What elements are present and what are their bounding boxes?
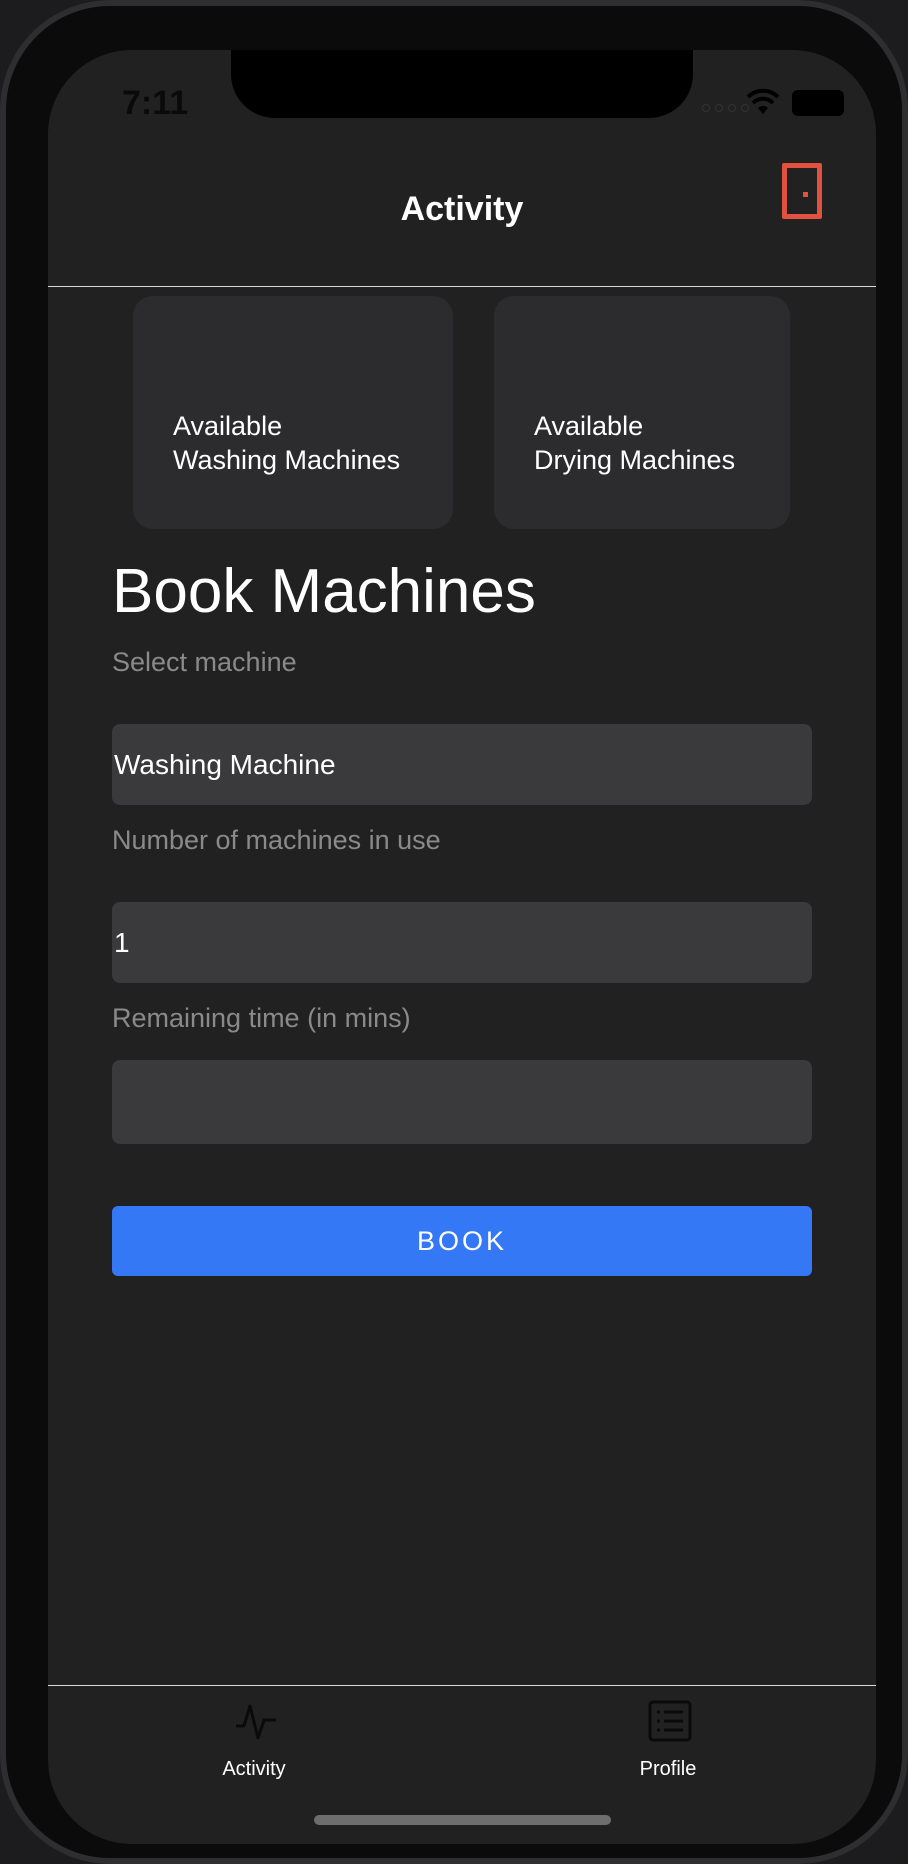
select-machine-label: Select machine xyxy=(112,647,297,677)
card-line-1: Available xyxy=(534,411,644,441)
logout-door-button[interactable] xyxy=(782,163,822,219)
machines-in-use-label: Number of machines in use xyxy=(112,825,441,855)
battery-icon xyxy=(792,90,844,116)
machines-in-use-input[interactable] xyxy=(112,902,812,983)
list-document-icon xyxy=(648,1700,692,1742)
tab-profile-label: Profile xyxy=(639,1758,697,1780)
remaining-time-label: Remaining time (in mins) xyxy=(112,1003,411,1033)
app-screen: 7:11 Activity Available Washing Machines… xyxy=(48,50,876,1844)
machine-select-value: Washing Machine xyxy=(114,748,336,780)
drying-machines-card: Available Drying Machines xyxy=(494,296,790,529)
book-machines-heading: Book Machines xyxy=(112,557,536,626)
tab-profile[interactable]: Profile xyxy=(568,1686,768,1796)
remaining-time-input[interactable] xyxy=(112,1060,812,1144)
washing-machines-card: Available Washing Machines xyxy=(133,296,453,529)
device-notch xyxy=(231,50,693,118)
activity-pulse-icon xyxy=(236,1704,276,1740)
device-bezel: 7:11 Activity Available Washing Machines… xyxy=(0,0,908,1864)
tab-activity-label: Activity xyxy=(222,1758,286,1780)
washing-machines-label: Available Washing Machines xyxy=(173,409,400,477)
card-line-2: Washing Machines xyxy=(173,445,401,475)
device-frame: 7:11 Activity Available Washing Machines… xyxy=(0,0,908,1864)
header-bar: Activity xyxy=(48,150,876,287)
wifi-icon xyxy=(746,88,780,114)
book-button[interactable]: BOOK xyxy=(112,1206,812,1276)
drying-machines-label: Available Drying Machines xyxy=(534,409,735,477)
door-knob xyxy=(803,192,808,197)
page-title: Activity xyxy=(400,190,524,228)
card-line-1: Available xyxy=(173,411,283,441)
tab-activity[interactable]: Activity xyxy=(154,1686,354,1796)
status-time: 7:11 xyxy=(122,84,189,122)
home-indicator[interactable] xyxy=(314,1815,611,1825)
machine-select[interactable]: Washing Machine xyxy=(112,724,812,805)
card-line-2: Drying Machines xyxy=(534,445,736,475)
cellular-signal-icon xyxy=(702,104,749,112)
